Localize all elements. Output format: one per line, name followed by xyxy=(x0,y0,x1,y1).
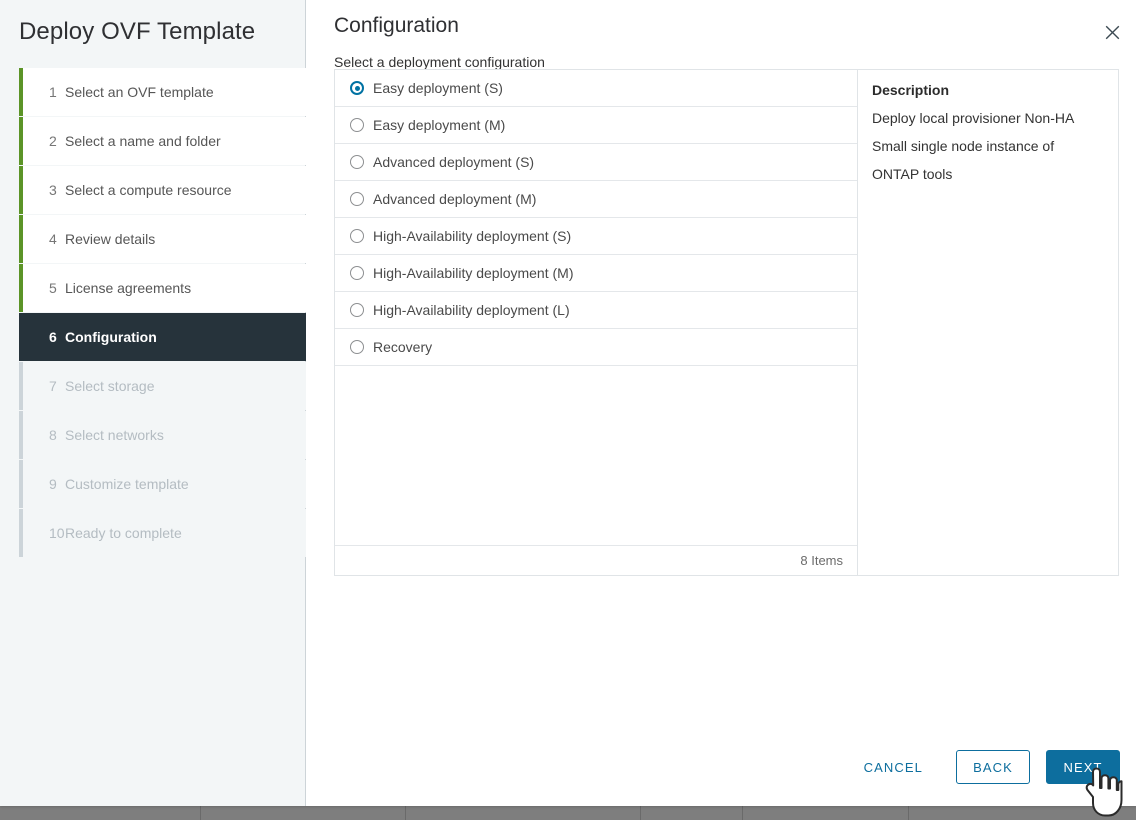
wizard-step-2[interactable]: 2 Select a name and folder xyxy=(19,117,306,165)
deployment-option-row[interactable]: High-Availability deployment (L) xyxy=(335,292,857,329)
description-panel: Description Deploy local provisioner Non… xyxy=(858,70,1118,575)
deployment-option-label: High-Availability deployment (S) xyxy=(373,228,572,244)
taskbar-divider xyxy=(405,806,406,820)
wizard-step-label: Review details xyxy=(65,231,156,247)
deployment-option-row[interactable]: High-Availability deployment (M) xyxy=(335,255,857,292)
deployment-option-row[interactable]: Easy deployment (S) xyxy=(335,70,857,107)
description-line: Deploy local provisioner Non-HA xyxy=(872,110,1075,126)
wizard-step-label: Select a name and folder xyxy=(65,133,221,149)
list-footer: 8 Items xyxy=(335,545,857,575)
radio-unselected-icon[interactable] xyxy=(350,192,364,206)
back-button[interactable]: BACK xyxy=(956,750,1030,784)
deployment-option-row[interactable]: Easy deployment (M) xyxy=(335,107,857,144)
taskbar-divider xyxy=(908,806,909,820)
wizard-sidebar: Deploy OVF Template 1 Select an OVF templ… xyxy=(0,0,306,806)
wizard-step-number: 7 xyxy=(49,378,57,394)
background-taskbar xyxy=(0,805,1136,820)
radio-unselected-icon[interactable] xyxy=(350,266,364,280)
radio-unselected-icon[interactable] xyxy=(350,340,364,354)
dialog-footer: CANCEL BACK NEXT xyxy=(306,728,1136,806)
wizard-step-label: Customize template xyxy=(65,476,189,492)
wizard-step-5[interactable]: 5 License agreements xyxy=(19,264,306,312)
deployment-option-label: Advanced deployment (M) xyxy=(373,191,537,207)
taskbar-divider xyxy=(200,806,201,820)
page-subtitle: Select a deployment configuration xyxy=(334,54,545,70)
description-line: Small single node instance of xyxy=(872,138,1055,154)
deployment-option-label: High-Availability deployment (M) xyxy=(373,265,574,281)
wizard-step-4[interactable]: 4 Review details xyxy=(19,215,306,263)
cancel-button[interactable]: CANCEL xyxy=(847,750,940,784)
deployment-option-row[interactable]: Advanced deployment (S) xyxy=(335,144,857,181)
dialog-title: Deploy OVF Template xyxy=(19,18,256,45)
wizard-step-label: Ready to complete xyxy=(65,525,182,541)
wizard-step-8: 8 Select networks xyxy=(19,411,306,459)
wizard-content: Configuration Select a deployment config… xyxy=(306,0,1136,806)
wizard-step-number: 2 xyxy=(49,133,57,149)
wizard-step-number: 4 xyxy=(49,231,57,247)
wizard-step-label: License agreements xyxy=(65,280,192,296)
deployment-option-label: Easy deployment (S) xyxy=(373,80,503,96)
deployment-option-row[interactable]: Recovery xyxy=(335,329,857,366)
wizard-step-10: 10 Ready to complete xyxy=(19,509,306,557)
wizard-step-number: 1 xyxy=(49,84,57,100)
wizard-step-1[interactable]: 1 Select an OVF template xyxy=(19,68,306,116)
wizard-step-number: 3 xyxy=(49,182,57,198)
list-empty-space xyxy=(335,366,857,545)
deployment-option-label: Advanced deployment (S) xyxy=(373,154,535,170)
wizard-step-number: 8 xyxy=(49,427,57,443)
wizard-step-3[interactable]: 3 Select a compute resource xyxy=(19,166,306,214)
wizard-step-6[interactable]: 6 Configuration xyxy=(19,313,306,361)
close-icon[interactable] xyxy=(1096,16,1128,48)
taskbar-divider xyxy=(742,806,743,820)
radio-unselected-icon[interactable] xyxy=(350,229,364,243)
wizard-step-list: 1 Select an OVF template 2 Select a name an… xyxy=(19,68,306,558)
description-title: Description xyxy=(872,82,950,98)
wizard-step-9: 9 Customize template xyxy=(19,460,306,508)
wizard-step-number: 10 xyxy=(49,525,65,541)
items-count: 8 Items xyxy=(800,553,843,568)
deployment-option-row[interactable]: High-Availability deployment (S) xyxy=(335,218,857,255)
deployment-option-label: Easy deployment (M) xyxy=(373,117,506,133)
radio-selected-icon[interactable] xyxy=(350,81,364,95)
deployment-option-label: Recovery xyxy=(373,339,433,355)
deploy-ovf-template-dialog: Deploy OVF Template 1 Select an OVF templ… xyxy=(0,0,1136,806)
description-lines: Deploy local provisioner Non-HA Small sin… xyxy=(872,104,1118,188)
deployment-option-label: High-Availability deployment (L) xyxy=(373,302,570,318)
radio-unselected-icon[interactable] xyxy=(350,118,364,132)
wizard-step-label: Select storage xyxy=(65,378,155,394)
page-title: Configuration xyxy=(334,14,459,37)
wizard-step-label: Select an OVF template xyxy=(65,84,214,100)
configuration-panel: Easy deployment (S) Easy deployment (M) Ad… xyxy=(334,69,1119,576)
wizard-step-label: Select a compute resource xyxy=(65,182,232,198)
wizard-step-number: 9 xyxy=(49,476,57,492)
description-line: ONTAP tools xyxy=(872,166,953,182)
radio-unselected-icon[interactable] xyxy=(350,155,364,169)
deployment-option-row[interactable]: Advanced deployment (M) xyxy=(335,181,857,218)
wizard-step-label: Configuration xyxy=(65,329,157,345)
wizard-step-number: 5 xyxy=(49,280,57,296)
wizard-step-number: 6 xyxy=(49,329,57,345)
wizard-step-label: Select networks xyxy=(65,427,164,443)
taskbar-divider xyxy=(640,806,641,820)
next-button[interactable]: NEXT xyxy=(1046,750,1120,784)
wizard-step-7: 7 Select storage xyxy=(19,362,306,410)
radio-unselected-icon[interactable] xyxy=(350,303,364,317)
deployment-configuration-list: Easy deployment (S) Easy deployment (M) Ad… xyxy=(335,70,858,575)
option-rows: Easy deployment (S) Easy deployment (M) Ad… xyxy=(335,70,857,366)
